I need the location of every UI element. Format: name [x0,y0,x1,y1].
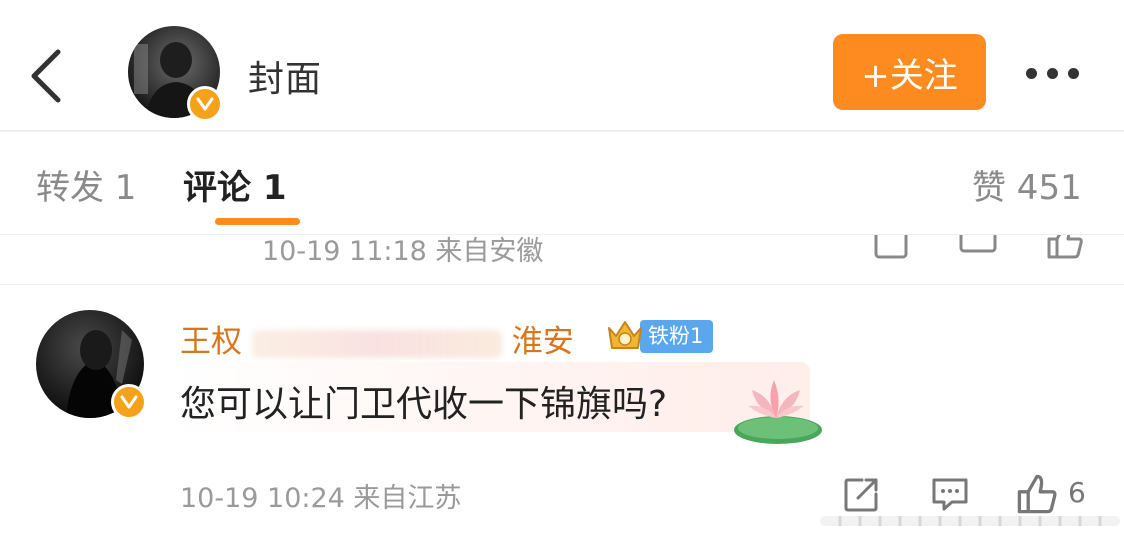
commenter-name-start: 王权 [180,324,242,360]
share-icon[interactable] [872,235,912,261]
comment-divider [0,284,1124,285]
like-icon[interactable] [1045,235,1085,261]
tab-comments[interactable]: 评论 1 [183,160,287,209]
tab-likes[interactable]: 赞 451 [972,160,1082,209]
dot [1026,67,1037,79]
more-button[interactable] [1026,58,1096,88]
redacted-text [251,329,502,358]
active-tab-indicator [215,218,300,225]
author-name[interactable]: 封面 [248,50,322,102]
crown-icon [606,318,644,354]
fan-level-label: 铁粉1 [640,319,714,353]
share-icon[interactable] [842,474,882,514]
like-count: 6 [1068,476,1086,509]
reply-icon[interactable] [958,235,998,261]
comment-meta: 10-19 10:24 来自江苏 [180,483,462,514]
verified-badge-icon [111,384,147,420]
follow-button[interactable]: +关注 [833,34,986,110]
commenter-name[interactable]: 王权 淮安 [180,316,574,361]
scroll-indicator [820,516,1120,526]
dot [1047,67,1058,79]
header-divider [0,130,1124,132]
chevron-left-icon [31,49,61,103]
dot [1068,67,1079,79]
like-icon[interactable] [1015,472,1059,516]
back-button[interactable] [22,46,74,106]
previous-comment-footer: 10-19 11:18 来自安徽 [0,235,1124,263]
lotus-decoration-icon [734,380,822,444]
verified-badge-icon [187,86,223,122]
commenter-name-end: 淮安 [511,324,574,360]
reply-icon[interactable] [930,474,970,514]
previous-comment-meta: 10-19 11:18 来自安徽 [262,236,544,263]
tab-repost[interactable]: 转发 1 [36,160,136,209]
fan-badge[interactable]: 铁粉1 [606,318,714,354]
comment-text: 您可以让门卫代收一下锦旗吗? [180,384,668,425]
